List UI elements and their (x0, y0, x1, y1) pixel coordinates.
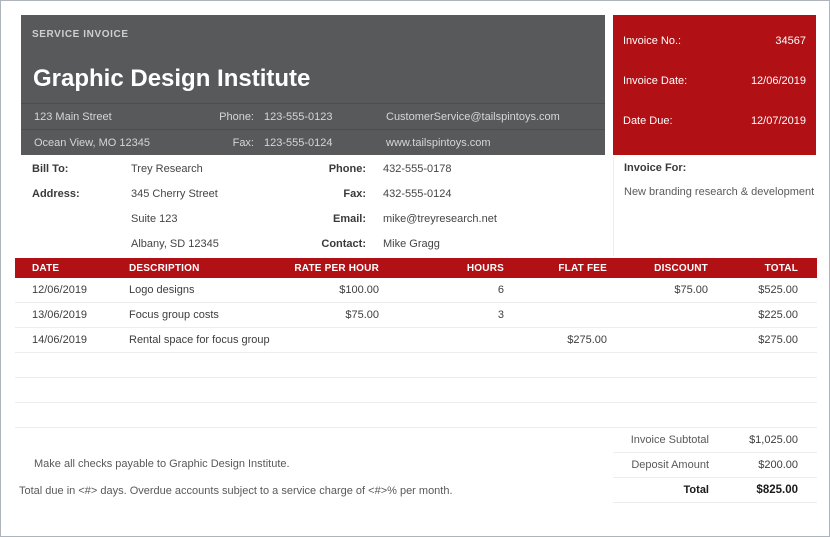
header-discount: DISCOUNT (654, 262, 708, 274)
company-contact-row-1: 123 Main Street Phone: 123-555-0123 Cust… (21, 103, 605, 129)
bill-to-email-value: mike@treyresearch.net (383, 212, 497, 225)
item-date-cell: 13/06/2019 (32, 309, 88, 321)
company-name: Graphic Design Institute (33, 65, 311, 92)
bill-to-contact-label: Contact: (321, 237, 366, 250)
bill-to-row-2: Address: 345 Cherry Street Fax: 432-555-… (21, 181, 605, 206)
bill-to-email-label: Email: (332, 212, 366, 225)
company-phone-value: 123-555-0123 (264, 110, 333, 123)
item-flat-fee-cell: $275.00 (567, 334, 607, 346)
document-type-label: SERVICE INVOICE (32, 29, 129, 40)
header-hours: HOURS (466, 262, 504, 274)
grand-total-label: Total (683, 484, 709, 496)
company-phone-label: Phone: (219, 110, 254, 123)
bill-to-row-1: Bill To: Trey Research Phone: 432-555-01… (21, 156, 605, 181)
bill-to-phone-label: Phone: (328, 162, 366, 175)
item-description-cell: Focus group costs (129, 309, 219, 321)
bill-to-label: Bill To: (32, 162, 69, 175)
invoice-for-value: New branding research & development (624, 186, 815, 198)
item-rate-cell: $100.00 (339, 284, 379, 296)
bill-to-section: Bill To: Trey Research Phone: 432-555-01… (1, 156, 829, 257)
line-item-row-1: 12/06/2019 Logo designs $100.00 6 $75.00… (15, 278, 817, 303)
item-date-cell: 14/06/2019 (32, 334, 88, 346)
empty-line-item-row (15, 378, 817, 403)
date-due-row: Date Due: 12/07/2019 (613, 101, 816, 141)
invoice-date-value: 12/06/2019 (750, 75, 806, 87)
company-website: www.tailspintoys.com (386, 136, 491, 149)
company-address-line1: 123 Main Street (34, 110, 112, 123)
bill-to-grid: Bill To: Trey Research Phone: 432-555-01… (21, 156, 605, 256)
bill-to-address-line1: 345 Cherry Street (131, 187, 218, 200)
company-address-line2: Ocean View, MO 12345 (34, 136, 150, 149)
item-hours-cell: 3 (497, 309, 504, 321)
empty-line-item-row (15, 403, 817, 428)
grand-total-value: $825.00 (756, 484, 798, 496)
totals-block: Invoice Subtotal $1,025.00 Deposit Amoun… (613, 428, 817, 503)
bill-to-name: Trey Research (131, 162, 203, 175)
item-discount-cell: $75.00 (674, 284, 708, 296)
invoice-for-label: Invoice For: (624, 162, 687, 174)
invoice-number-value: 34567 (775, 35, 806, 47)
header-rate: RATE PER HOUR (294, 262, 379, 274)
item-description-cell: Rental space for focus group (129, 334, 270, 346)
service-invoice-document: SERVICE INVOICE Graphic Design Institute… (0, 0, 830, 537)
item-description-cell: Logo designs (129, 284, 195, 296)
subtotal-value: $1,025.00 (749, 434, 798, 446)
invoice-for-block: Invoice For: New branding research & dev… (613, 156, 817, 256)
invoice-number-row: Invoice No.: 34567 (613, 21, 816, 61)
item-total-cell: $225.00 (758, 309, 798, 321)
invoice-number-label: Invoice No.: (623, 35, 682, 47)
bill-to-phone-value: 432-555-0178 (383, 162, 452, 175)
header-total: TOTAL (764, 262, 798, 274)
deposit-label: Deposit Amount (631, 459, 709, 471)
company-fax-label: Fax: (232, 136, 254, 149)
item-total-cell: $275.00 (758, 334, 798, 346)
item-date-cell: 12/06/2019 (32, 284, 88, 296)
bill-to-contact-value: Mike Gragg (383, 237, 440, 250)
item-rate-cell: $75.00 (345, 309, 379, 321)
item-total-cell: $525.00 (758, 284, 798, 296)
invoice-date-row: Invoice Date: 12/06/2019 (613, 61, 816, 101)
subtotal-row: Invoice Subtotal $1,025.00 (613, 428, 817, 453)
company-email: CustomerService@tailspintoys.com (386, 110, 560, 123)
bill-to-row-3: Suite 123 Email: mike@treyresearch.net (21, 206, 605, 231)
deposit-row: Deposit Amount $200.00 (613, 453, 817, 478)
invoice-date-label: Invoice Date: (623, 75, 688, 87)
deposit-value: $200.00 (758, 459, 798, 471)
grand-total-row: Total $825.00 (613, 478, 817, 503)
bill-to-address-line3: Albany, SD 12345 (131, 237, 219, 250)
checks-payable-note: Make all checks payable to Graphic Desig… (34, 458, 290, 470)
header-date: DATE (32, 262, 60, 274)
invoice-meta-panel: Invoice No.: 34567 Invoice Date: 12/06/2… (613, 15, 816, 155)
company-fax-value: 123-555-0124 (264, 136, 333, 149)
bill-to-fax-value: 432-555-0124 (383, 187, 452, 200)
date-due-value: 12/07/2019 (750, 115, 806, 127)
bill-to-address-line2: Suite 123 (131, 212, 178, 225)
line-item-row-3: 14/06/2019 Rental space for focus group … (15, 328, 817, 353)
header-description: DESCRIPTION (129, 262, 200, 274)
bill-to-address-label: Address: (32, 187, 80, 200)
company-header-panel: SERVICE INVOICE Graphic Design Institute… (21, 15, 605, 155)
company-contact-row-2: Ocean View, MO 12345 Fax: 123-555-0124 w… (21, 129, 605, 155)
payment-terms-note: Total due in <#> days. Overdue accounts … (19, 485, 453, 497)
subtotal-label: Invoice Subtotal (630, 434, 709, 446)
line-items-header-row: DATE DESCRIPTION RATE PER HOUR HOURS FLA… (15, 258, 817, 278)
line-item-row-2: 13/06/2019 Focus group costs $75.00 3 $2… (15, 303, 817, 328)
bill-to-row-4: Albany, SD 12345 Contact: Mike Gragg (21, 231, 605, 256)
line-items-table: DATE DESCRIPTION RATE PER HOUR HOURS FLA… (15, 258, 817, 428)
company-contact-rows: 123 Main Street Phone: 123-555-0123 Cust… (21, 103, 605, 155)
date-due-label: Date Due: (623, 115, 673, 127)
empty-line-item-row (15, 353, 817, 378)
item-hours-cell: 6 (497, 284, 504, 296)
header-flat-fee: FLAT FEE (558, 262, 607, 274)
bill-to-fax-label: Fax: (343, 187, 366, 200)
